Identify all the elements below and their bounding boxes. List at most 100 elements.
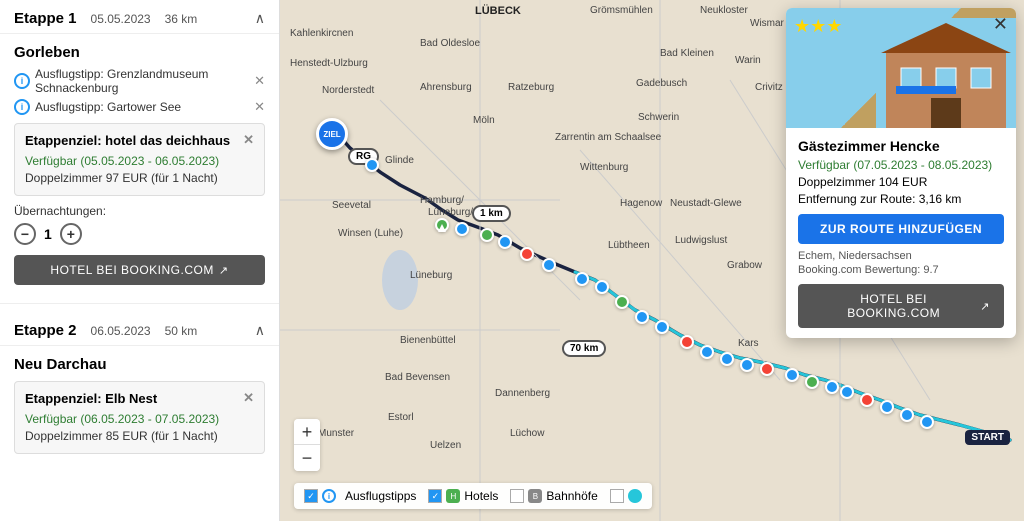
extra-legend-icon — [628, 489, 642, 503]
pin-5[interactable] — [575, 272, 589, 286]
pin-16[interactable] — [900, 408, 914, 422]
etappe2-km: 50 km — [165, 324, 198, 338]
doppelzimmer1: Doppelzimmer 97 EUR (für 1 Nacht) — [25, 171, 254, 185]
place-wismar: Wismar — [750, 18, 784, 29]
place-badbevensen: Bad Bevensen — [385, 372, 450, 383]
place-lubeck: LÜBECK — [475, 5, 521, 17]
place-hamburg: Hamburg/ — [420, 195, 464, 206]
zoom-in-btn[interactable]: + — [294, 419, 320, 445]
pin-6[interactable] — [595, 280, 609, 294]
pin-9[interactable] — [700, 345, 714, 359]
hotel-legend-icon: H — [446, 489, 460, 503]
pin-11[interactable] — [740, 358, 754, 372]
start-badge: START — [965, 430, 1010, 445]
place-kars: Kars — [738, 338, 759, 349]
place-bienenbuttel: Bienenbüttel — [400, 335, 456, 346]
place-ratzeburg: Ratzeburg — [508, 82, 554, 93]
pin-7[interactable] — [635, 310, 649, 324]
legend-ausflugstipps[interactable]: ✓ i Ausflugstipps — [304, 489, 416, 503]
place-glinde: Glinde — [385, 155, 414, 166]
popup-stars: ★★★ — [794, 16, 842, 37]
pin-r3[interactable] — [760, 362, 774, 376]
place-uelzen: Uelzen — [430, 440, 461, 451]
ziel-label: ZIEL — [323, 130, 340, 139]
pin-12[interactable] — [785, 368, 799, 382]
tip1-label: Ausflugstipp: Grenzlandmuseum Schnackenb… — [35, 67, 254, 95]
etappenziel1-row: Etappenziel: hotel das deichhaus ✕ — [25, 132, 254, 148]
booking-btn1[interactable]: HOTEL BEI BOOKING.COM ↗ — [14, 255, 265, 285]
pin-14[interactable] — [840, 385, 854, 399]
pin-home4[interactable] — [805, 375, 819, 389]
verfugbar2: Verfügbar (06.05.2023 - 07.05.2023) — [25, 412, 254, 426]
place-crivitz: Crivitz — [755, 82, 783, 93]
place-dannenberg: Dannenberg — [495, 388, 550, 399]
popup-verfugbar: Verfügbar (07.05.2023 - 08.05.2023) — [798, 158, 1004, 172]
counter-row: − 1 + — [14, 223, 265, 245]
bahnhofe-checkbox[interactable] — [510, 489, 524, 503]
pin-13[interactable] — [825, 380, 839, 394]
zur-route-btn[interactable]: ZUR ROUTE HINZUFÜGEN — [798, 214, 1004, 244]
place-neukloster: Neukloster — [700, 5, 748, 16]
ubernachtungen-label: Übernachtungen: — [14, 204, 265, 218]
etappe1-chevron[interactable]: ∧ — [255, 10, 265, 27]
tip1-close[interactable]: ✕ — [254, 73, 265, 89]
pin-r1[interactable] — [520, 247, 534, 261]
pin-17[interactable] — [920, 415, 934, 429]
popup-booking-btn[interactable]: HOTEL BEI BOOKING.COM ↗ — [798, 284, 1004, 328]
tip2-close[interactable]: ✕ — [254, 99, 265, 115]
legend-bahnhofe[interactable]: B Bahnhöfe — [510, 489, 597, 503]
popup-external-link-icon: ↗ — [980, 300, 990, 313]
etappenziel1-close[interactable]: ✕ — [243, 132, 254, 148]
place-ludwigslust: Ludwigslust — [675, 235, 727, 246]
counter-plus[interactable]: + — [60, 223, 82, 245]
place-munster: Munster — [318, 428, 354, 439]
etappenziel2-close[interactable]: ✕ — [243, 390, 254, 406]
ausflugstipps-checkbox[interactable]: ✓ — [304, 489, 318, 503]
popup-rating-label: Booking.com Bewertung: — [798, 264, 920, 276]
place-grabow: Grabow — [727, 260, 762, 271]
popup-hotel-name: Gästezimmer Hencke — [798, 138, 1004, 154]
pin-home1[interactable] — [435, 218, 449, 232]
pin-r2[interactable] — [680, 335, 694, 349]
etappe2-chevron[interactable]: ∧ — [255, 322, 265, 339]
etappenziel2-row: Etappenziel: Elb Nest ✕ — [25, 390, 254, 406]
place-badkleinen: Bad Kleinen — [660, 48, 714, 59]
place-moln: Möln — [473, 115, 495, 126]
verfugbar2-date: (06.05.2023 - 07.05.2023) — [80, 412, 219, 426]
pin-10[interactable] — [720, 352, 734, 366]
popup-rating: Booking.com Bewertung: 9.7 — [798, 264, 1004, 276]
legend-bahnhofe-label: Bahnhöfe — [546, 489, 597, 503]
pin-1[interactable] — [365, 158, 379, 172]
zoom-out-btn[interactable]: − — [294, 445, 320, 471]
pin-home3[interactable] — [615, 295, 629, 309]
booking-btn1-label: HOTEL BEI BOOKING.COM — [50, 263, 213, 277]
etappenziel1-label: Etappenziel: hotel das deichhaus — [25, 133, 230, 148]
pin-8[interactable] — [655, 320, 669, 334]
pin-r4[interactable] — [860, 393, 874, 407]
place-ahrensburg: Ahrensburg — [420, 82, 472, 93]
etappe2-location: Neu Darchau — [14, 356, 265, 373]
place-zarrentin: Zarrentin am Schaalsee — [555, 132, 661, 143]
pin-15[interactable] — [880, 400, 894, 414]
legend-hotels[interactable]: ✓ H Hotels — [428, 489, 498, 503]
etappenziel2-box: Etappenziel: Elb Nest ✕ Verfügbar (06.05… — [14, 381, 265, 454]
pin-home2[interactable] — [480, 228, 494, 242]
counter-minus[interactable]: − — [14, 223, 36, 245]
pin-4[interactable] — [542, 258, 556, 272]
pin-2[interactable] — [455, 222, 469, 236]
ausflug-icon2: i — [14, 99, 30, 115]
hotels-checkbox[interactable]: ✓ — [428, 489, 442, 503]
popup-location: Echem, Niedersachsen — [798, 250, 1004, 262]
etappe1-date: 05.05.2023 — [91, 12, 151, 26]
place-gadebusch: Gadebusch — [636, 78, 687, 89]
popup-close-btn[interactable]: ✕ — [993, 14, 1008, 35]
place-luneburg: Lüneburg/ — [428, 207, 473, 218]
popup-booking-label: HOTEL BEI BOOKING.COM — [812, 292, 975, 320]
external-link-icon1: ↗ — [219, 264, 229, 277]
etappe1-content: Gorleben i Ausflugstipp: Grenzlandmuseum… — [0, 34, 279, 295]
etappe2-title: Etappe 2 — [14, 322, 77, 339]
extra-checkbox[interactable] — [610, 489, 624, 503]
pin-3[interactable] — [498, 235, 512, 249]
place-seevetal: Seevetal — [332, 200, 371, 211]
map-area[interactable]: LÜBECK Grömsmühlen Neukloster Wismar Kah… — [280, 0, 1024, 521]
